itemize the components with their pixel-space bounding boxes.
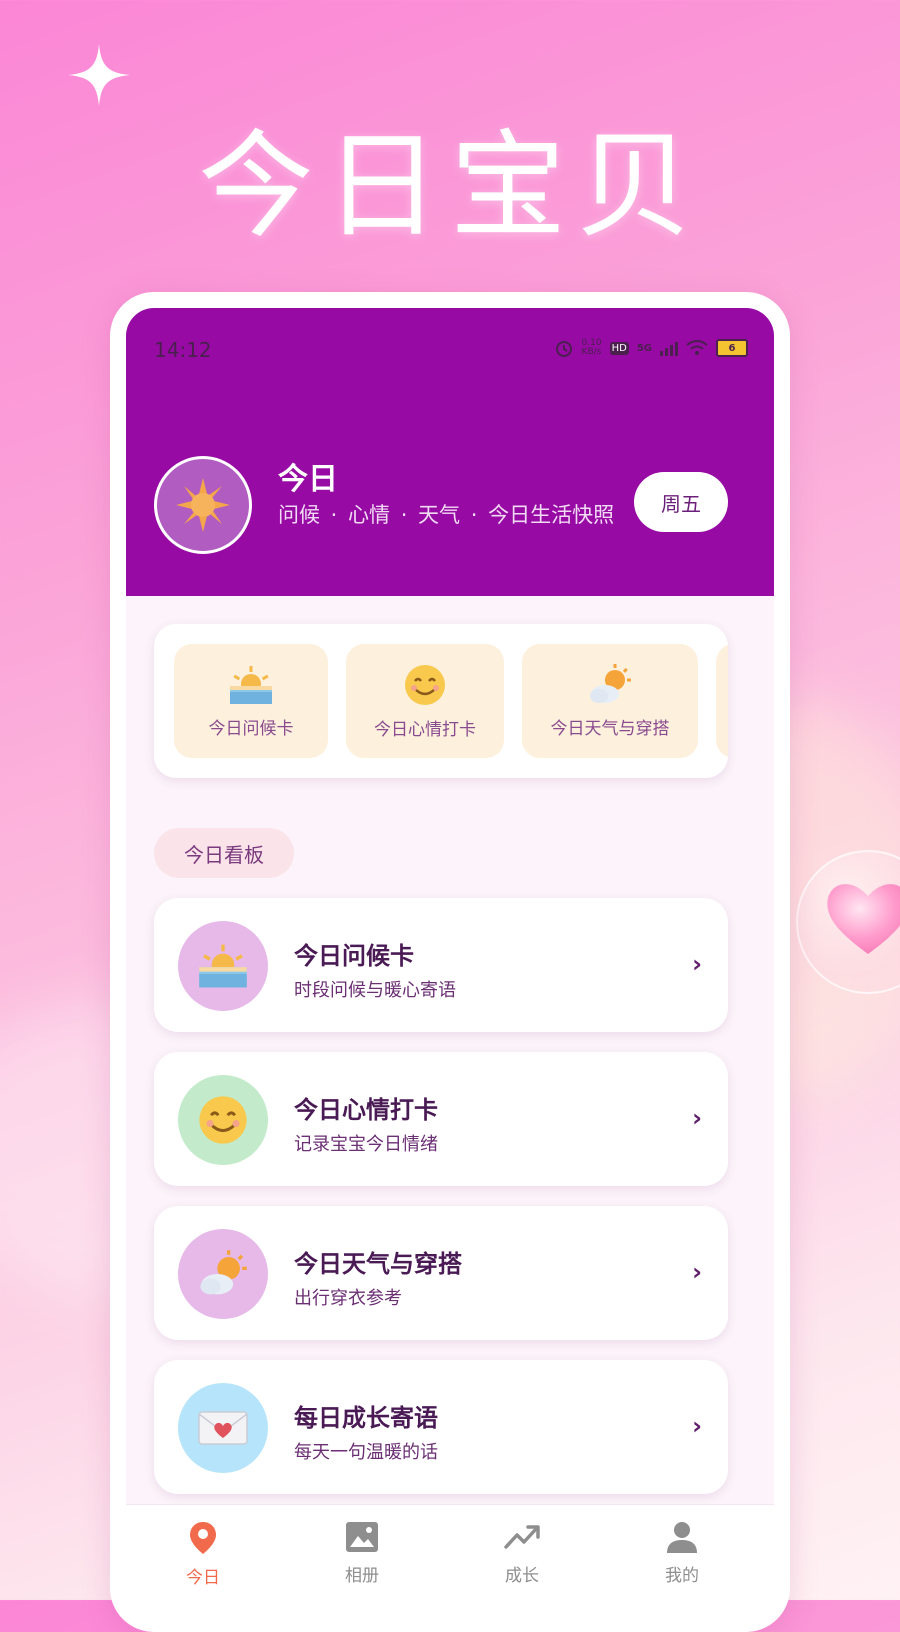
card-mood[interactable]: 今日心情打卡 记录宝宝今日情绪 › — [154, 1052, 728, 1186]
quick-tile-mood[interactable]: 今日心情打卡 — [346, 644, 504, 758]
chevron-right-icon: › — [692, 950, 702, 978]
smile-icon — [405, 664, 445, 705]
quick-tile-weather[interactable]: 今日天气与穿搭 — [522, 644, 698, 758]
card-icon-circle — [178, 1075, 268, 1165]
poster-title: 今日宝贝 — [198, 119, 702, 254]
header: 14:12 0.10 KB/s HD 5G 6 今日 问候 · 心情 · 天气 … — [126, 308, 774, 596]
love-letter-icon — [198, 1411, 248, 1445]
card-title: 今日问候卡 — [294, 942, 414, 970]
card-description: 每天一句温暖的话 — [294, 1442, 438, 1463]
tab-label: 成长 — [505, 1566, 539, 1586]
quick-tile-greeting[interactable]: 今日问候卡 — [174, 644, 328, 758]
trend-icon — [504, 1525, 540, 1549]
quick-actions-card: 今日问候卡 今日心情打卡 今日天气与穿搭 — [154, 624, 728, 778]
hd-badge: HD — [609, 341, 629, 355]
wifi-icon — [686, 340, 708, 355]
battery-icon: 6 — [716, 339, 748, 357]
sunrise-icon — [230, 665, 272, 704]
app-screen: 14:12 0.10 KB/s HD 5G 6 今日 问候 · 心情 · 天气 … — [126, 308, 774, 1616]
card-title: 今日心情打卡 — [294, 1096, 438, 1124]
card-icon-circle — [178, 1229, 268, 1319]
phone-frame: 14:12 0.10 KB/s HD 5G 6 今日 问候 · 心情 · 天气 … — [110, 292, 790, 1632]
header-title: 今日 — [278, 462, 338, 497]
quick-tile-label: 今日心情打卡 — [374, 719, 476, 740]
tab-today[interactable]: 今日 — [153, 1521, 253, 1588]
tab-label: 我的 — [665, 1566, 699, 1586]
weekday-button[interactable]: 周五 — [634, 472, 728, 532]
tab-album[interactable]: 相册 — [312, 1521, 412, 1586]
bottom-tab-bar: 今日 相册 成长 我的 — [126, 1504, 774, 1616]
sun-cloud-icon — [590, 663, 631, 703]
sun-icon — [176, 478, 230, 532]
alarm-icon — [555, 341, 572, 357]
sun-cloud-icon — [200, 1250, 247, 1295]
smile-icon — [199, 1096, 247, 1144]
status-icons: 0.10 KB/s HD 5G 6 — [554, 338, 748, 358]
network-label: 5G — [636, 342, 652, 354]
person-icon — [667, 1522, 697, 1553]
card-title: 今日天气与穿搭 — [294, 1250, 462, 1278]
card-icon-circle — [178, 1383, 268, 1473]
tab-growth[interactable]: 成长 — [472, 1521, 572, 1586]
card-greeting[interactable]: 今日问候卡 时段问候与暖心寄语 › — [154, 898, 728, 1032]
quick-tile-partial[interactable] — [716, 644, 728, 758]
tab-label: 相册 — [345, 1566, 379, 1586]
image-icon — [346, 1522, 378, 1552]
card-icon-circle — [178, 921, 268, 1011]
section-title: 今日看板 — [154, 828, 294, 878]
tab-label: 今日 — [186, 1568, 220, 1588]
header-subtitle: 问候 · 心情 · 天气 · 今日生活快照 — [278, 503, 615, 527]
card-description: 出行穿衣参考 — [294, 1288, 402, 1309]
signal-icon — [660, 342, 678, 356]
net-speed: 0.10 KB/s — [581, 338, 602, 357]
card-description: 记录宝宝今日情绪 — [294, 1134, 438, 1155]
card-description: 时段问候与暖心寄语 — [294, 980, 456, 1001]
location-pin-icon — [190, 1522, 216, 1554]
heart-decoration-icon — [827, 884, 900, 954]
chevron-right-icon: › — [692, 1258, 702, 1286]
chevron-right-icon: › — [692, 1104, 702, 1132]
chevron-right-icon: › — [692, 1412, 702, 1440]
quick-tile-label: 今日问候卡 — [208, 718, 294, 739]
card-title: 每日成长寄语 — [294, 1404, 438, 1432]
card-weather[interactable]: 今日天气与穿搭 出行穿衣参考 › — [154, 1206, 728, 1340]
status-time: 14:12 — [154, 338, 212, 362]
sunrise-icon — [199, 944, 247, 988]
quick-tile-label: 今日天气与穿搭 — [550, 718, 670, 739]
avatar — [154, 456, 252, 554]
tab-mine[interactable]: 我的 — [632, 1521, 732, 1586]
card-growth-message[interactable]: 每日成长寄语 每天一句温暖的话 › — [154, 1360, 728, 1494]
